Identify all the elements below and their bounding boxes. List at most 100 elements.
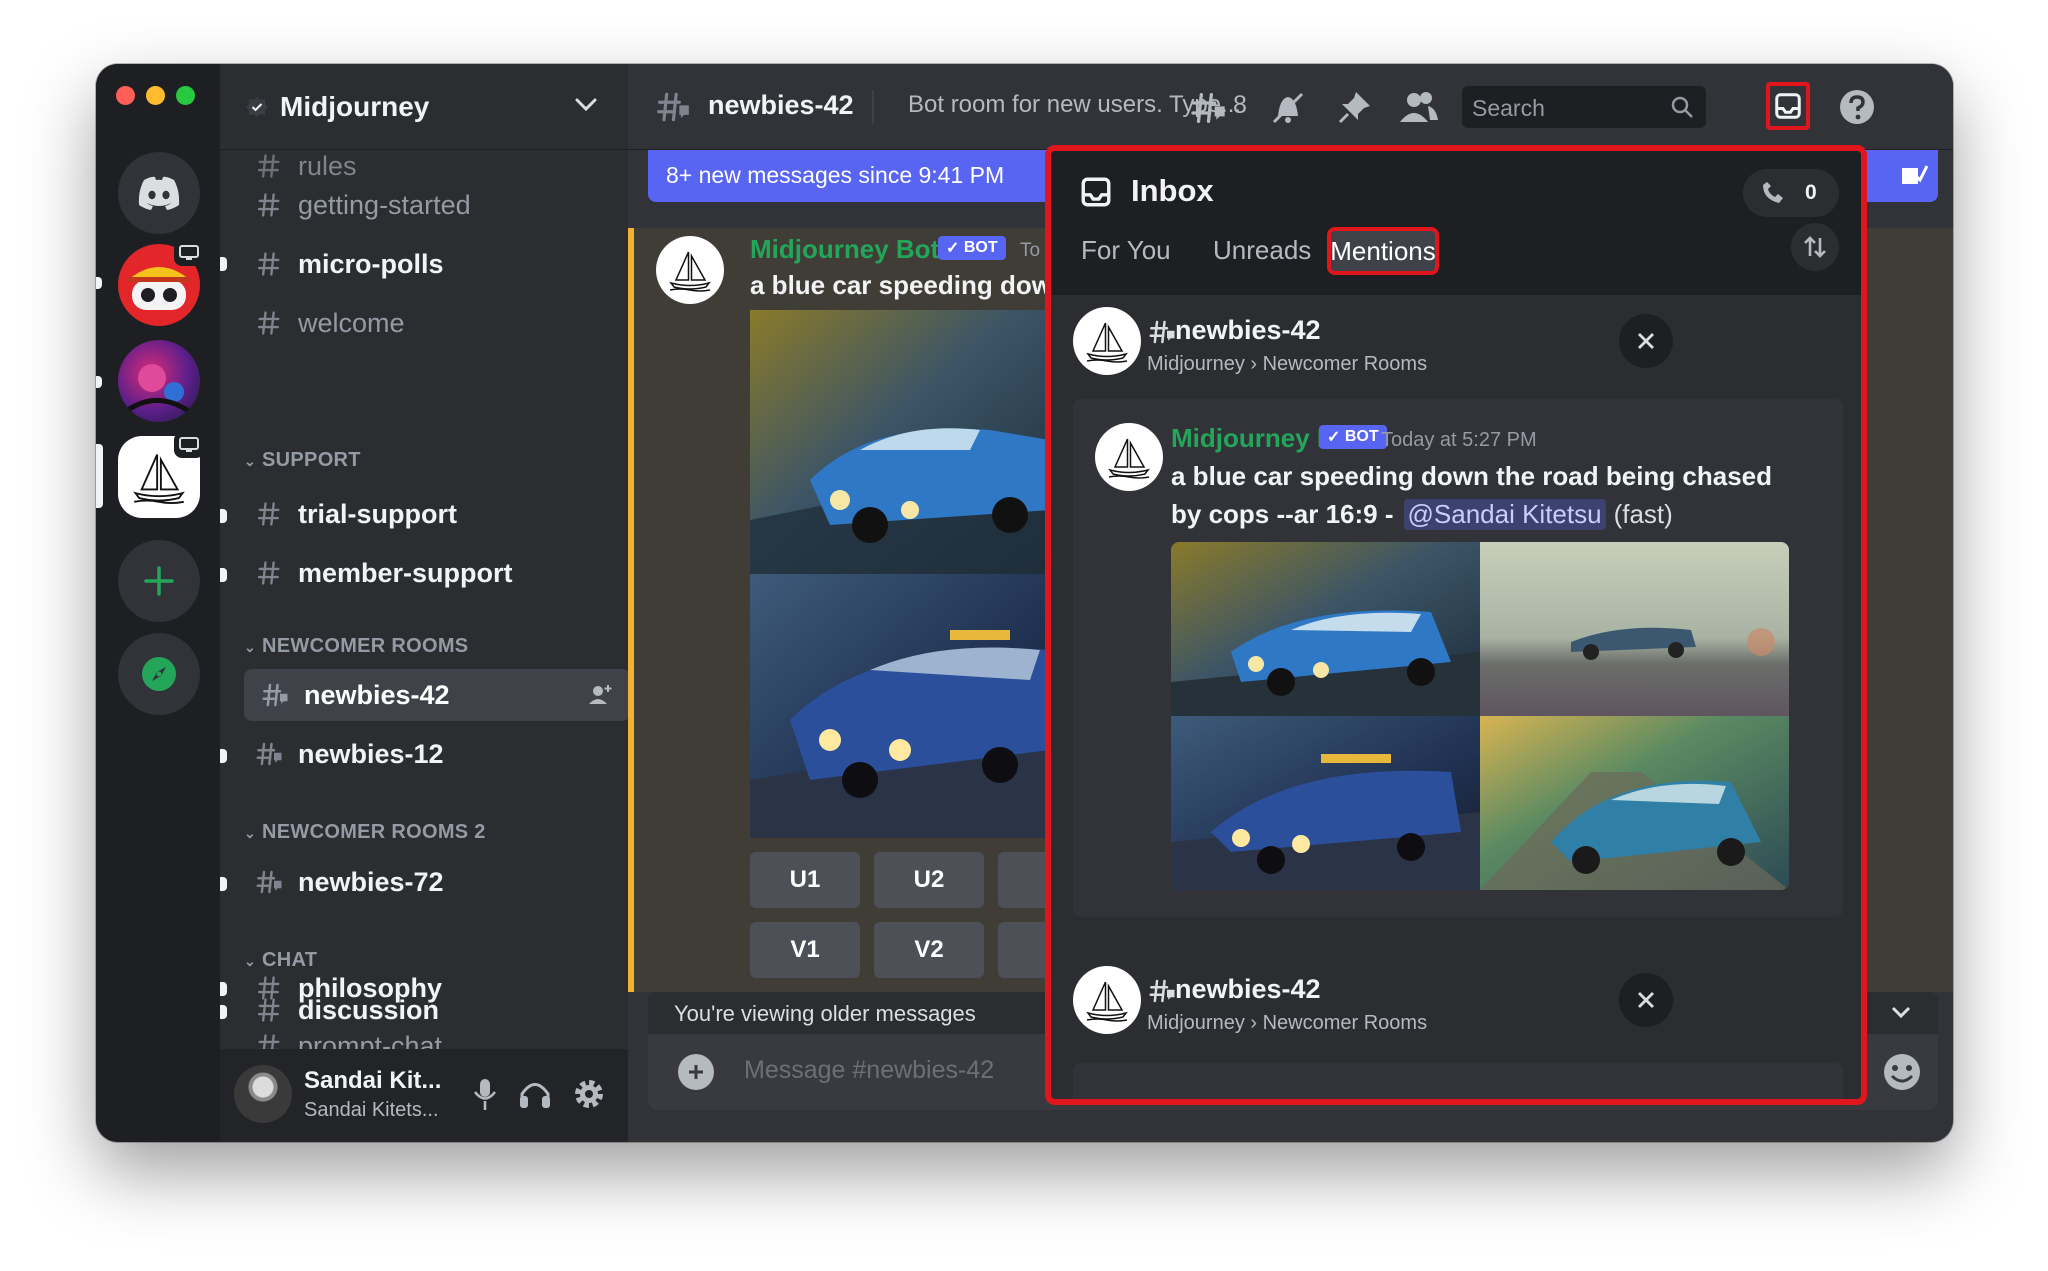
channel-getting-started[interactable]: getting-started [238, 179, 628, 231]
sort-icon [1804, 236, 1826, 258]
app-window: Midjourney rules getting-started micro-p… [96, 64, 1953, 1142]
plus-icon [144, 566, 174, 596]
screen-share-icon [174, 432, 204, 458]
channel-newbies-72[interactable]: newbies-72 [238, 856, 628, 908]
channel-title: newbies-42 [708, 90, 854, 120]
generated-image [1171, 542, 1789, 890]
emoji-icon[interactable] [1882, 1052, 1922, 1092]
hash-icon [254, 250, 284, 278]
inbox-popup: Inbox 0 For You Unreads Mentions newbies… [1045, 145, 1867, 1105]
inbox-title: Inbox [1131, 173, 1214, 208]
inbox-friend-requests[interactable]: 0 [1743, 169, 1839, 217]
help-icon[interactable] [1838, 88, 1876, 126]
maximize-window-button[interactable] [176, 86, 195, 105]
search-icon [1671, 96, 1693, 118]
server-header[interactable]: Midjourney [220, 64, 628, 150]
thread-hash-icon [1147, 317, 1177, 347]
bot-avatar[interactable] [656, 236, 724, 304]
upscale-1-button[interactable]: U1 [750, 852, 860, 908]
channel-trial-support[interactable]: trial-support [238, 488, 628, 540]
category-newcomer-rooms-2[interactable]: ⌄ NEWCOMER ROOMS 2 [244, 821, 486, 844]
pin-icon[interactable] [1336, 88, 1374, 126]
mention-message-card[interactable] [1073, 1063, 1843, 1099]
tab-mentions[interactable]: Mentions [1327, 227, 1439, 275]
variation-1-button[interactable]: V1 [750, 922, 860, 978]
server-art-icon[interactable] [118, 340, 200, 422]
avatar[interactable] [234, 1065, 292, 1123]
channel-member-support[interactable]: member-support [238, 547, 628, 599]
unread-indicator [96, 376, 102, 388]
user-mention[interactable]: @Sandai Kitetsu [1403, 499, 1606, 530]
channel-philosophy[interactable]: philosophy [238, 962, 628, 1014]
discord-logo-icon [138, 176, 180, 210]
unread-indicator [220, 568, 227, 582]
inbox-button[interactable] [1766, 82, 1810, 130]
bot-tag: ✓ BOT [1319, 425, 1387, 449]
thread-hash-icon [1147, 976, 1177, 1006]
channel-welcome[interactable]: welcome [238, 297, 628, 349]
generated-image [750, 310, 1050, 838]
explore-servers-button[interactable] [118, 633, 200, 715]
close-icon [1638, 333, 1654, 349]
user-display-name: Sandai Kit... [304, 1067, 442, 1094]
hash-icon [254, 191, 284, 219]
unread-indicator [220, 877, 227, 891]
unread-indicator [220, 509, 227, 523]
category-newcomer-rooms[interactable]: ⌄ NEWCOMER ROOMS [244, 635, 468, 658]
mute-notifications-icon[interactable] [1268, 88, 1308, 128]
bot-avatar[interactable] [1095, 423, 1163, 491]
upscale-2-button[interactable]: U2 [874, 852, 984, 908]
search-input[interactable]: Search [1462, 86, 1706, 128]
dismiss-button[interactable] [1619, 314, 1673, 368]
channel-newbies-12[interactable]: newbies-12 [238, 728, 628, 780]
dismiss-button[interactable] [1619, 973, 1673, 1027]
mention-message-card[interactable]: Midjourney Bot ✓ BOT Today at 5:27 PM a … [1073, 399, 1843, 917]
channel-avatar [1073, 307, 1141, 375]
image-grid[interactable] [1171, 542, 1789, 890]
selected-server-indicator [96, 444, 103, 508]
headphones-icon[interactable] [518, 1077, 552, 1111]
chevron-down-icon[interactable] [574, 96, 598, 114]
thread-hash-icon [254, 867, 284, 897]
tab-for-you[interactable]: For You [1081, 235, 1171, 266]
bot-tag: ✓ BOT [938, 236, 1006, 260]
server-name: Midjourney [280, 90, 430, 122]
inbox-icon [1079, 175, 1113, 209]
attach-plus-icon[interactable] [678, 1054, 714, 1090]
thread-hash-icon [654, 88, 692, 126]
minimize-window-button[interactable] [146, 86, 165, 105]
inbox-item-path: Midjourney › Newcomer Rooms [1147, 1012, 1428, 1034]
inbox-item-channel[interactable]: newbies-42 [1175, 974, 1321, 1005]
settings-gear-icon[interactable] [572, 1077, 606, 1111]
image-grid[interactable] [750, 310, 1050, 838]
tab-unreads[interactable]: Unreads [1213, 235, 1311, 266]
threads-icon[interactable] [1188, 88, 1228, 128]
channel-newbies-42[interactable]: newbies-42 [244, 669, 628, 721]
member-list-icon[interactable] [1398, 88, 1440, 126]
variation-2-button[interactable]: V2 [874, 922, 984, 978]
microphone-icon[interactable] [472, 1077, 498, 1113]
category-support[interactable]: ⌄ SUPPORT [244, 449, 361, 472]
channel-prompt-chat[interactable]: prompt-chat [238, 1020, 628, 1049]
add-server-button[interactable] [118, 540, 200, 622]
hash-icon [254, 559, 284, 587]
add-member-icon[interactable] [588, 683, 614, 707]
unread-indicator [96, 277, 102, 289]
inbox-item-channel[interactable]: newbies-42 [1175, 315, 1321, 346]
inbox-header: Inbox 0 For You Unreads Mentions [1051, 151, 1861, 295]
screen-share-icon [174, 240, 204, 266]
mark-read-icon[interactable] [1900, 162, 1928, 188]
jump-to-present-icon[interactable] [1890, 1004, 1912, 1022]
user-username: Sandai Kitets... [304, 1099, 439, 1121]
hash-icon [254, 1032, 284, 1049]
message-author[interactable]: Midjourney Bot [750, 234, 939, 265]
message-prompt: a blue car speeding dow [750, 270, 1052, 300]
home-button[interactable] [118, 152, 200, 234]
filter-sort-button[interactable] [1791, 223, 1839, 271]
channel-micro-polls[interactable]: micro-polls [238, 238, 628, 290]
message-prompt-line1: a blue car speeding down the road being … [1171, 461, 1773, 491]
inbox-icon [1773, 91, 1803, 121]
close-window-button[interactable] [116, 86, 135, 105]
composer-input[interactable]: Message #newbies-42 [744, 1056, 994, 1085]
channel-list-tail: philosophy prompt-chat [220, 962, 628, 1049]
